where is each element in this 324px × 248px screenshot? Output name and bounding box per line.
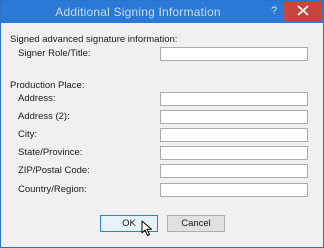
- country-input[interactable]: [160, 183, 308, 197]
- signer-section-heading: Signed advanced signature information:: [10, 34, 178, 45]
- state-label: State/Province:: [18, 147, 83, 158]
- signer-role-input[interactable]: [160, 47, 308, 61]
- country-label: Country/Region:: [18, 184, 87, 195]
- address2-label: Address (2):: [18, 111, 70, 122]
- city-input[interactable]: [160, 128, 308, 142]
- zip-label: ZIP/Postal Code:: [18, 165, 90, 176]
- address2-input[interactable]: [160, 110, 308, 124]
- close-button[interactable]: [284, 1, 322, 21]
- dialog-window: Additional Signing Information ? Signed …: [0, 0, 324, 248]
- address-input[interactable]: [160, 92, 308, 106]
- title-bar: Additional Signing Information ?: [1, 1, 323, 23]
- address-label: Address:: [18, 93, 56, 104]
- dialog-title: Additional Signing Information: [55, 5, 221, 19]
- production-place-heading: Production Place:: [10, 80, 85, 91]
- close-icon: [297, 5, 309, 16]
- zip-input[interactable]: [160, 164, 308, 178]
- mouse-pointer-icon: [141, 220, 152, 236]
- cancel-button[interactable]: Cancel: [167, 215, 225, 232]
- state-input[interactable]: [160, 146, 308, 160]
- dialog-bottom-edge: [1, 242, 323, 247]
- city-label: City:: [18, 129, 37, 140]
- help-button[interactable]: ?: [265, 3, 283, 19]
- signer-role-label: Signer Role/Title:: [18, 48, 91, 59]
